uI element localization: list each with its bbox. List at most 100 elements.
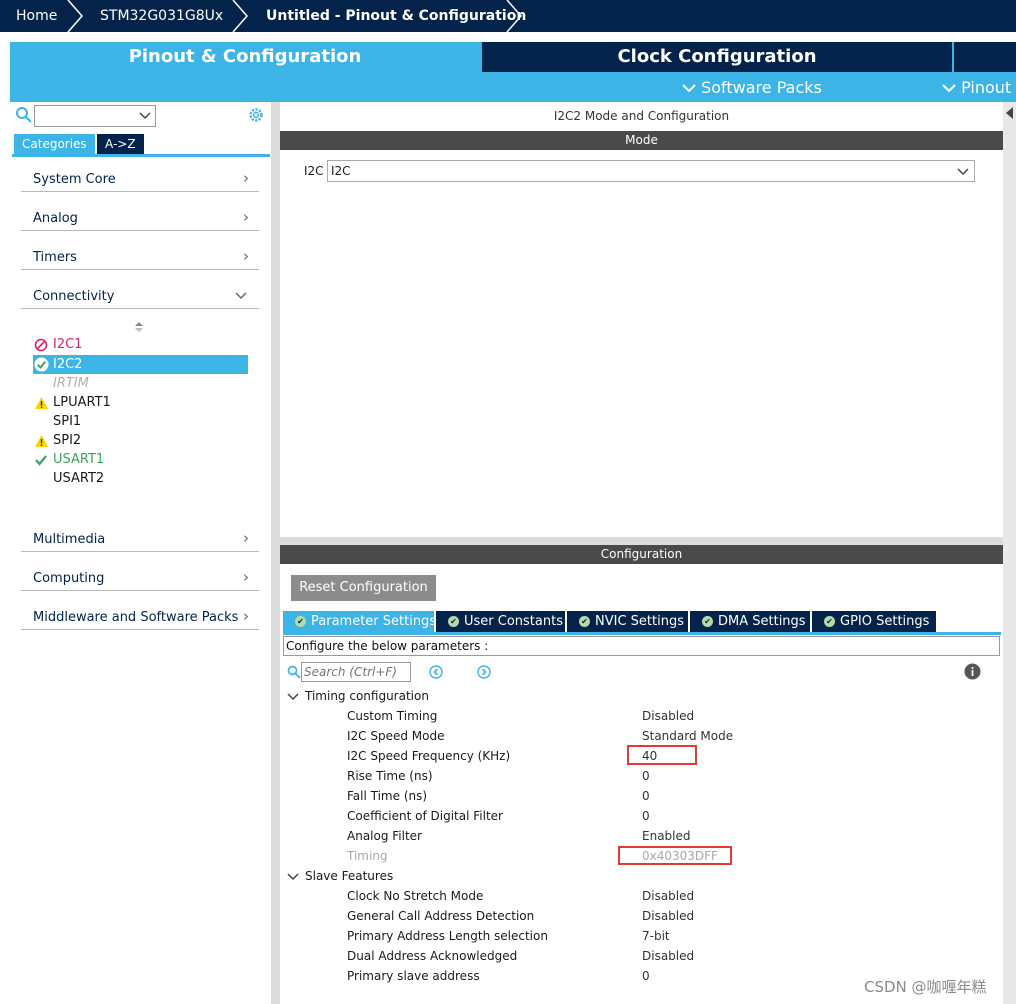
breadcrumb-project[interactable]: Untitled - Pinout & Configuration	[266, 0, 526, 32]
category-middleware[interactable]: Middleware and Software Packs ›	[21, 606, 259, 630]
param-name: I2C Speed Frequency (KHz)	[347, 749, 511, 763]
category-label: Analog	[33, 211, 78, 226]
param-row-rise-time[interactable]: Rise Time (ns) 0	[347, 766, 847, 786]
next-result-icon[interactable]	[477, 665, 491, 679]
category-computing[interactable]: Computing ›	[21, 567, 259, 591]
tab-label: Parameter Settings	[311, 614, 437, 629]
search-icon[interactable]	[15, 106, 33, 124]
section-slave-features[interactable]: Slave Features	[287, 866, 393, 886]
param-row-clock-no-stretch[interactable]: Clock No Stretch Mode Disabled	[347, 886, 847, 906]
peripheral-spi2[interactable]: SPI2	[33, 431, 248, 450]
param-name: Primary slave address	[347, 969, 480, 983]
peripheral-label: USART1	[53, 452, 105, 467]
section-timing-configuration[interactable]: Timing configuration	[287, 686, 429, 706]
tab-nvic-settings[interactable]: ✔ NVIC Settings	[567, 611, 688, 632]
category-label: Multimedia	[33, 532, 106, 547]
category-timers[interactable]: Timers ›	[21, 246, 259, 270]
info-icon[interactable]	[964, 663, 981, 680]
sort-icon[interactable]	[134, 321, 144, 333]
breadcrumb-home[interactable]: Home	[16, 0, 57, 32]
section-title: Slave Features	[305, 869, 394, 883]
tab-categories[interactable]: Categories	[14, 134, 95, 154]
check-circle-icon: ✔	[579, 616, 590, 627]
check-circle-icon: ✔	[824, 616, 835, 627]
tab-pinout-configuration[interactable]: Pinout & Configuration	[10, 42, 480, 72]
param-row-speed-frequency[interactable]: I2C Speed Frequency (KHz) 40	[347, 746, 847, 766]
param-row-slave-address[interactable]: Primary slave address 0	[347, 966, 847, 986]
peripheral-usart2[interactable]: USART2	[33, 469, 248, 488]
param-row-timing: Timing 0x40303DFF	[347, 846, 847, 866]
panel-splitter[interactable]	[271, 102, 280, 1004]
check-circle-icon: ✔	[448, 616, 459, 627]
breadcrumb: Home STM32G031G8Ux Untitled - Pinout & C…	[0, 0, 1016, 32]
category-search-combobox[interactable]	[34, 105, 156, 127]
param-value: Disabled	[642, 709, 695, 723]
param-value: Disabled	[642, 889, 695, 903]
peripheral-irtim[interactable]: IRTIM	[33, 374, 248, 393]
tab-parameter-settings[interactable]: ✔ Parameter Settings	[283, 611, 437, 632]
param-name: Primary Address Length selection	[347, 929, 548, 943]
param-row-fall-time[interactable]: Fall Time (ns) 0	[347, 786, 847, 806]
parameter-search-input[interactable]	[301, 662, 411, 682]
param-row-speed-mode[interactable]: I2C Speed Mode Standard Mode	[347, 726, 847, 746]
param-value: 0	[642, 969, 650, 983]
peripheral-i2c1[interactable]: I2C1	[33, 335, 248, 354]
peripheral-spi1[interactable]: SPI1	[33, 412, 248, 431]
param-tab-underline	[283, 632, 1001, 635]
previous-result-icon[interactable]	[429, 665, 443, 679]
tab-user-constants[interactable]: ✔ User Constants	[436, 611, 565, 632]
param-row-analog-filter[interactable]: Analog Filter Enabled	[347, 826, 847, 846]
category-connectivity[interactable]: Connectivity	[21, 285, 259, 309]
category-label: System Core	[33, 172, 116, 187]
param-value: Enabled	[642, 829, 691, 843]
collapse-icon[interactable]	[1005, 106, 1014, 120]
chevron-right-icon: ›	[243, 169, 249, 187]
peripheral-label: LPUART1	[53, 395, 111, 410]
warning-icon	[33, 393, 49, 412]
peripheral-label: SPI2	[53, 433, 82, 448]
peripheral-usart1[interactable]: USART1	[33, 450, 248, 469]
pinout-menu[interactable]: Pinout	[942, 78, 1011, 97]
peripheral-label: I2C2	[53, 357, 83, 372]
chevron-down-icon	[287, 692, 299, 700]
search-icon[interactable]	[287, 665, 301, 679]
check-circle-icon: ✔	[295, 616, 306, 627]
category-analog[interactable]: Analog ›	[21, 207, 259, 231]
reset-configuration-button[interactable]: Reset Configuration	[291, 575, 436, 601]
peripheral-i2c2[interactable]: I2C2	[33, 355, 248, 374]
tab-gpio-settings[interactable]: ✔ GPIO Settings	[812, 611, 936, 632]
category-label: Computing	[33, 571, 105, 586]
right-scrollbar[interactable]	[1003, 102, 1016, 1004]
software-packs-label: Software Packs	[701, 78, 822, 97]
param-row-digital-filter[interactable]: Coefficient of Digital Filter 0	[347, 806, 847, 826]
gear-icon[interactable]	[247, 106, 265, 124]
tab-a-to-z[interactable]: A->Z	[97, 134, 144, 154]
param-row-address-length[interactable]: Primary Address Length selection 7-bit	[347, 926, 847, 946]
category-system-core[interactable]: System Core ›	[21, 168, 259, 192]
param-name: Analog Filter	[347, 829, 422, 843]
breadcrumb-device[interactable]: STM32G031G8Ux	[100, 0, 223, 32]
param-value: Standard Mode	[642, 729, 734, 743]
tab-clock-configuration[interactable]: Clock Configuration	[482, 42, 952, 72]
param-row-general-call[interactable]: General Call Address Detection Disabled	[347, 906, 847, 926]
i2c-mode-select[interactable]: I2C	[327, 160, 975, 182]
tab-label: GPIO Settings	[840, 614, 930, 629]
tab-overflow[interactable]	[954, 42, 1016, 72]
category-multimedia[interactable]: Multimedia ›	[21, 528, 259, 552]
chevron-down-icon	[287, 872, 299, 880]
param-name: Clock No Stretch Mode	[347, 889, 484, 903]
peripheral-label: USART2	[53, 471, 105, 486]
param-row-custom-timing[interactable]: Custom Timing Disabled	[347, 706, 847, 726]
software-packs-menu[interactable]: Software Packs	[682, 78, 822, 97]
chevron-down-icon	[682, 78, 696, 97]
peripheral-lpuart1[interactable]: LPUART1	[33, 393, 248, 412]
tab-dma-settings[interactable]: ✔ DMA Settings	[690, 611, 810, 632]
param-value: Disabled	[642, 949, 695, 963]
param-name: Fall Time (ns)	[347, 789, 428, 803]
pinout-label: Pinout	[961, 78, 1012, 97]
mode-config-splitter[interactable]	[280, 537, 1003, 545]
param-row-dual-address[interactable]: Dual Address Acknowledged Disabled	[347, 946, 847, 966]
param-name: I2C Speed Mode	[347, 729, 445, 743]
chevron-right-icon: ›	[243, 568, 249, 586]
peripheral-label: I2C1	[53, 337, 83, 352]
